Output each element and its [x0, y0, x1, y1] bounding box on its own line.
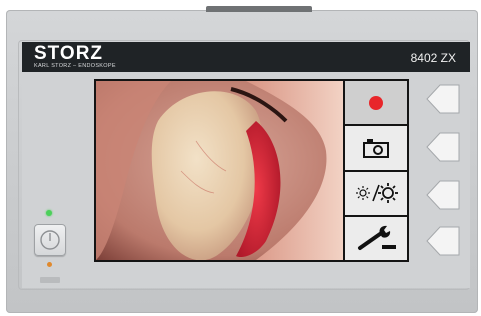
side-button-3[interactable]	[424, 178, 462, 212]
arrow-left-icon	[426, 84, 460, 114]
brand-subtitle: KARL STORZ – ENDOSKOPE	[34, 63, 116, 69]
arrow-left-icon	[426, 226, 460, 256]
brightness-icon	[356, 183, 398, 204]
header-bar: STORZ KARL STORZ – ENDOSKOPE 8402 ZX	[22, 42, 470, 72]
standby-led	[47, 262, 52, 267]
record-icon	[369, 95, 383, 110]
side-button-2[interactable]	[424, 130, 462, 164]
endoscope-video-feed	[96, 81, 343, 260]
wrench-icon	[358, 226, 396, 251]
model-label: 8402 ZX	[410, 51, 456, 65]
brightness-menu-item[interactable]	[345, 171, 407, 215]
power-led	[46, 210, 52, 216]
ir-window	[40, 277, 60, 283]
side-menu	[345, 81, 407, 260]
record-menu-item[interactable]	[345, 81, 407, 125]
arrow-left-icon	[426, 180, 460, 210]
settings-menu-item[interactable]	[345, 216, 407, 260]
arrow-left-icon	[426, 132, 460, 162]
side-button-4[interactable]	[424, 224, 462, 258]
power-button[interactable]	[34, 224, 66, 256]
side-button-1[interactable]	[424, 82, 462, 116]
brand-logo: STORZ	[34, 43, 104, 64]
power-icon	[40, 230, 60, 250]
top-handle	[206, 6, 312, 12]
camera-icon	[363, 138, 389, 158]
display-screen	[94, 79, 409, 262]
snapshot-menu-item[interactable]	[345, 126, 407, 170]
